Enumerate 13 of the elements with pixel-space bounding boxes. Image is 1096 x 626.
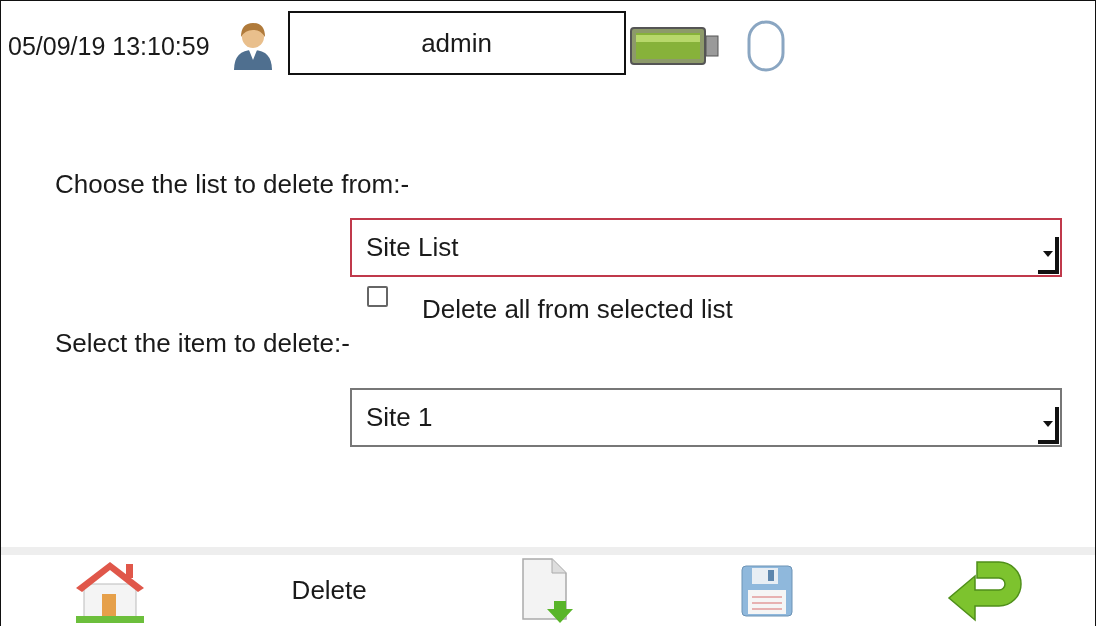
- document-download-icon[interactable]: [520, 556, 576, 625]
- delete-button[interactable]: Delete: [291, 575, 367, 606]
- user-field[interactable]: admin: [287, 11, 626, 75]
- date-time: 05/09/19 13:10:59: [8, 31, 210, 61]
- item-prompt: Select the item to delete:-: [55, 328, 351, 358]
- list-dropdown[interactable]: Site List: [350, 218, 1062, 277]
- dropdown-arrow-icon: [1038, 407, 1060, 445]
- list-prompt: Choose the list to delete from:-: [55, 169, 411, 199]
- dropdown-arrow-icon: [1038, 237, 1060, 275]
- checkbox[interactable]: [367, 286, 388, 307]
- checkbox-label: Delete all from selected list: [422, 294, 733, 326]
- item-dropdown[interactable]: Site 1: [350, 388, 1062, 447]
- battery-icon: [629, 25, 722, 67]
